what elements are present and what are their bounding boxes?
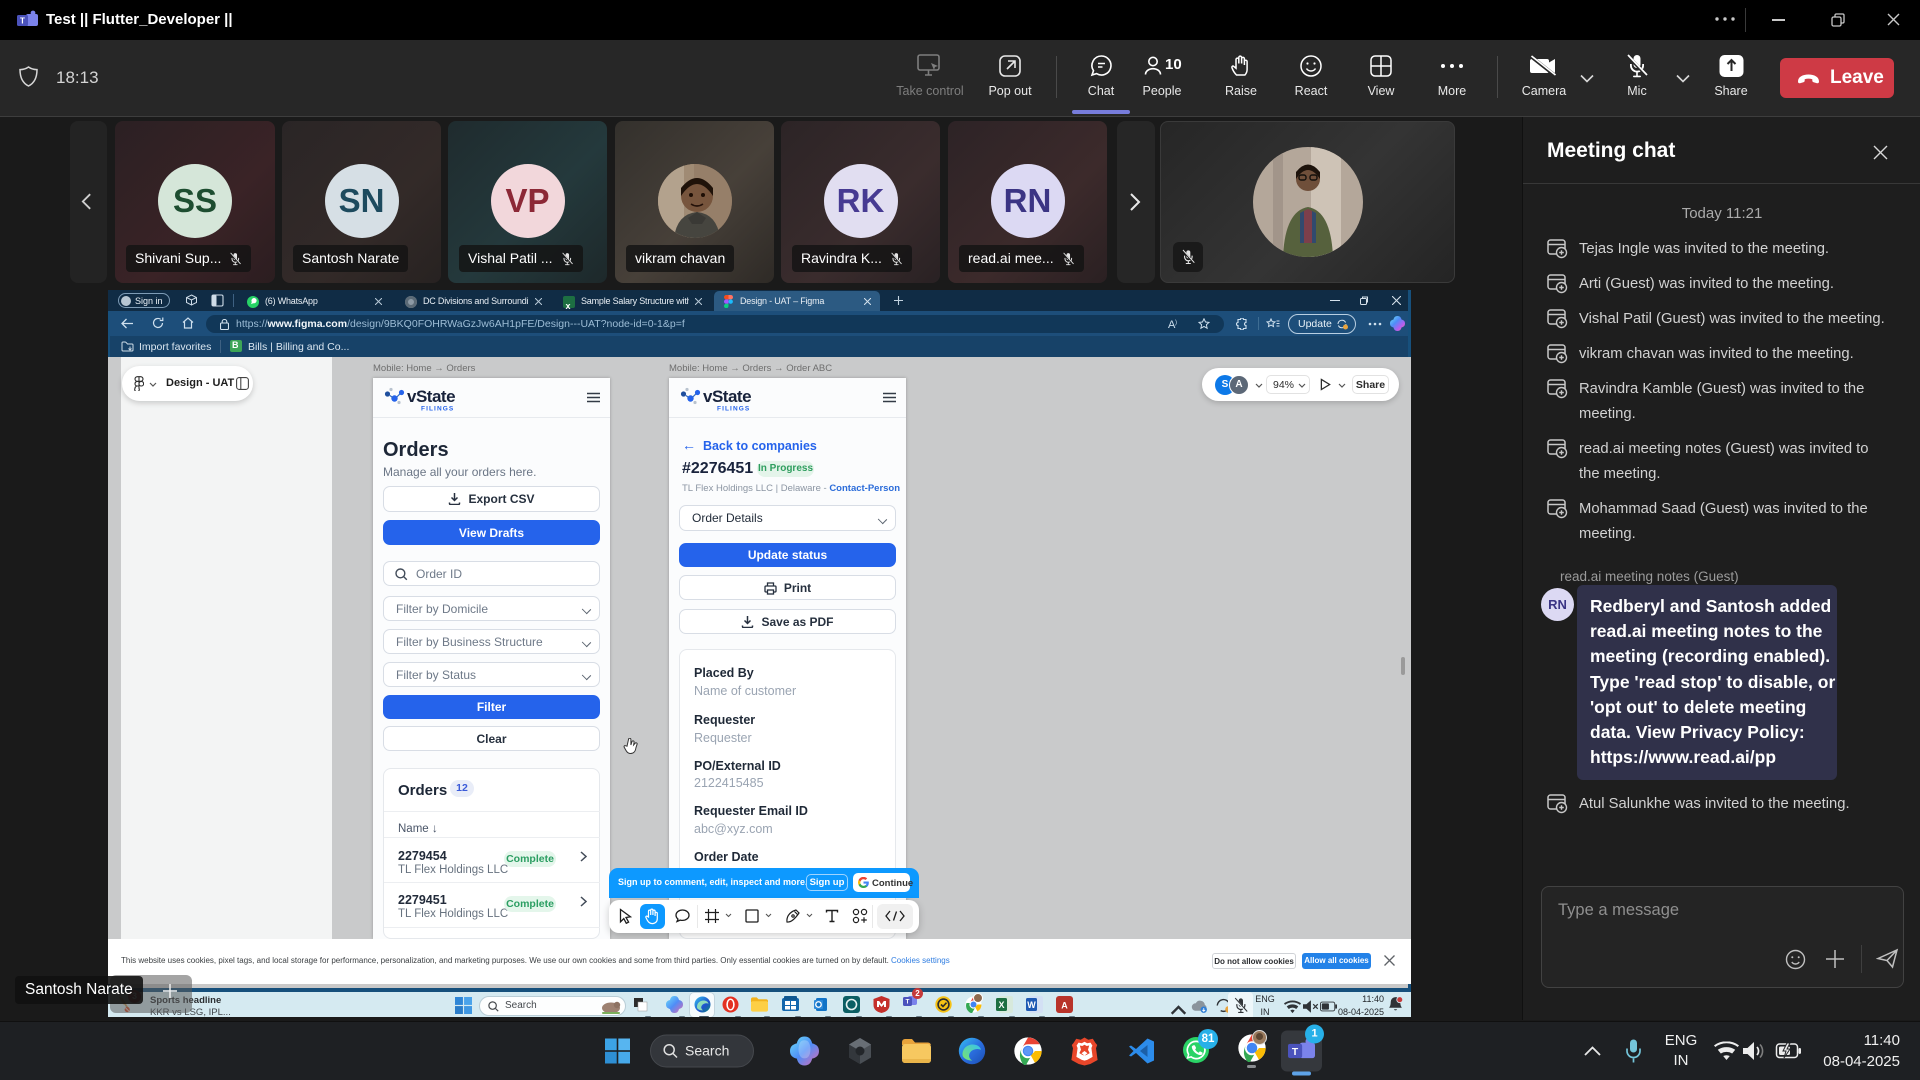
svg-text:A: A xyxy=(1061,1001,1068,1011)
svg-text:FILINGS: FILINGS xyxy=(717,406,750,413)
svg-text:T: T xyxy=(1292,1047,1299,1058)
svg-text:): ) xyxy=(1175,320,1177,326)
svg-text:X: X xyxy=(998,1000,1004,1010)
svg-text:10: 10 xyxy=(1165,56,1182,73)
svg-text:T: T xyxy=(906,999,910,1006)
svg-text:T: T xyxy=(20,17,25,26)
svg-text:FILINGS: FILINGS xyxy=(421,406,454,413)
svg-text:vState: vState xyxy=(407,387,455,406)
svg-text:vState: vState xyxy=(703,387,751,406)
svg-text:W: W xyxy=(1027,1000,1036,1010)
